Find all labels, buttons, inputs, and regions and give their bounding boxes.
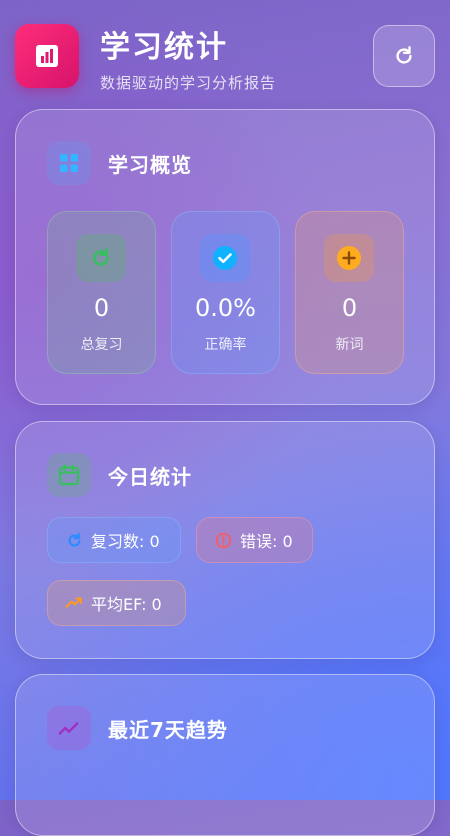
stat-label: 总复习 xyxy=(80,337,123,353)
stat-value: 0.0% xyxy=(195,294,256,322)
header: 学习统计 数据驱动的学习分析报告 xyxy=(0,0,450,110)
page-title: 学习统计 xyxy=(100,30,228,65)
overview-title: 学习概览 xyxy=(108,152,192,177)
bar-chart-icon xyxy=(36,45,58,67)
stat-label: 新词 xyxy=(335,337,364,353)
alert-circle-icon xyxy=(214,531,232,549)
trend-line-icon xyxy=(47,706,91,750)
trend-card: 最近7天趋势 xyxy=(15,674,435,836)
today-header: 今日统计 xyxy=(47,452,192,498)
chip-text: 错误: 0 xyxy=(240,532,293,551)
stat-value: 0 xyxy=(341,294,358,322)
stat-label: 正确率 xyxy=(204,337,247,353)
page-subtitle: 数据驱动的学习分析报告 xyxy=(100,74,277,92)
trend-title: 最近7天趋势 xyxy=(108,717,228,742)
refresh-icon xyxy=(396,46,412,64)
chip-review-count: 复习数: 0 xyxy=(47,517,181,563)
refresh-icon xyxy=(65,531,83,549)
chip-errors: 错误: 0 xyxy=(196,517,313,563)
chip-text: 平均EF: 0 xyxy=(91,595,162,614)
stat-total-reviews: 0 总复习 xyxy=(47,211,156,374)
grid-icon xyxy=(47,141,91,185)
stat-value: 0 xyxy=(93,294,110,322)
overview-header: 学习概览 xyxy=(47,140,192,186)
trend-header: 最近7天趋势 xyxy=(47,705,228,751)
app-logo xyxy=(15,24,79,88)
chip-average-ef: 平均EF: 0 xyxy=(47,580,186,626)
stat-new-words: 0 新词 xyxy=(295,211,404,374)
refresh-icon xyxy=(76,234,126,282)
stat-accuracy: 0.0% 正确率 xyxy=(171,211,280,374)
check-circle-icon xyxy=(200,234,250,282)
today-title: 今日统计 xyxy=(108,464,192,489)
refresh-button[interactable] xyxy=(373,25,435,87)
chip-text: 复习数: 0 xyxy=(91,532,160,551)
today-card: 今日统计 复习数: 0 错误: 0 平均EF: 0 xyxy=(15,421,435,659)
overview-card: 学习概览 0 总复习 0.0% 正确率 0 新词 xyxy=(15,109,435,405)
calendar-icon xyxy=(47,453,91,497)
trending-up-icon xyxy=(65,594,83,612)
plus-circle-icon xyxy=(324,234,374,282)
